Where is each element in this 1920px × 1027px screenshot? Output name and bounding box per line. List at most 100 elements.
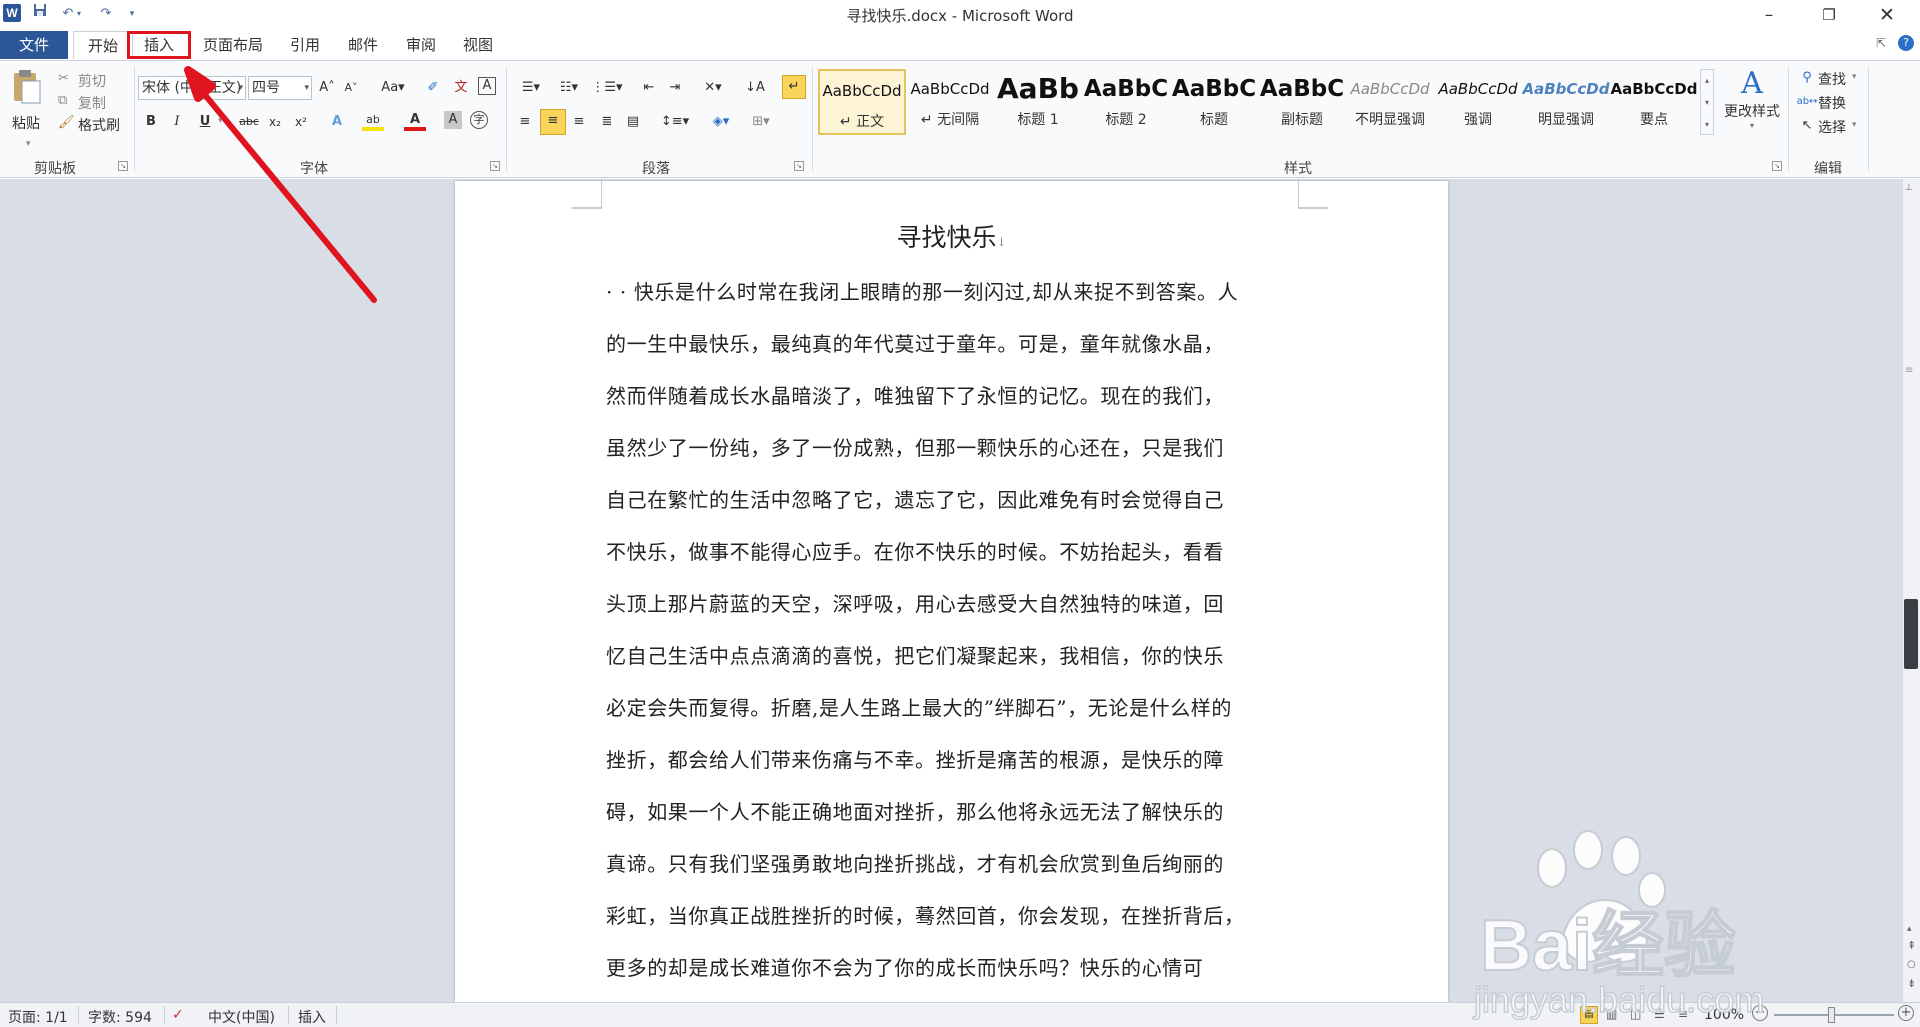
vertical-scrollbar[interactable]: ⊥ ≡ ▴ ⇞ ○ ⇟ bbox=[1902, 179, 1920, 1002]
minimize-icon[interactable]: – bbox=[1746, 0, 1792, 30]
font-launcher-icon[interactable]: ↘ bbox=[490, 161, 500, 171]
zoom-in-icon[interactable]: + bbox=[1898, 1005, 1914, 1021]
document-line[interactable]: 碍，如果一个人不能正确地面对挫折，那么他将永远无法了解快乐的 bbox=[606, 796, 1296, 825]
next-page-icon[interactable]: ⇟ bbox=[1907, 977, 1916, 990]
select-dropdown-icon[interactable]: ▾ bbox=[1852, 120, 1857, 130]
styles-launcher-icon[interactable]: ↘ bbox=[1772, 161, 1782, 171]
style-heading-2[interactable]: AaBbC 标题 2 bbox=[1082, 69, 1170, 135]
style-subtitle[interactable]: AaBbC 副标题 bbox=[1258, 69, 1346, 135]
full-screen-reading-icon[interactable]: ▥ bbox=[1606, 1007, 1617, 1021]
find-dropdown-icon[interactable]: ▾ bbox=[1852, 72, 1857, 82]
character-shading-icon[interactable]: A bbox=[444, 111, 462, 129]
multilevel-list-icon[interactable]: ⋮☰▾ bbox=[590, 77, 624, 99]
page-count[interactable]: 页面: 1/1 bbox=[8, 1007, 68, 1027]
select-button[interactable]: 选择 bbox=[1818, 117, 1846, 137]
language-indicator[interactable]: 中文(中国) bbox=[208, 1007, 275, 1027]
show-formatting-marks-icon[interactable]: ↵ bbox=[782, 75, 806, 99]
style-normal[interactable]: AaBbCcDd ↵ 正文 bbox=[818, 69, 906, 135]
replace-icon[interactable]: ab↔ bbox=[1796, 91, 1818, 113]
distribute-icon[interactable]: ▤ bbox=[622, 111, 644, 133]
tab-home[interactable]: 开始 bbox=[73, 31, 133, 59]
sort-icon[interactable]: ↓A bbox=[744, 77, 766, 99]
tab-mailings[interactable]: 邮件 bbox=[340, 31, 386, 59]
align-left-icon[interactable]: ≡ bbox=[514, 111, 536, 133]
copy-icon[interactable]: ⧉ bbox=[58, 93, 67, 108]
tab-file[interactable]: 文件 bbox=[0, 31, 68, 59]
document-line[interactable]: 头顶上那片蔚蓝的天空，深呼吸，用心去感受大自然独特的味道，回 bbox=[606, 588, 1296, 617]
enclose-characters-icon[interactable]: 字 bbox=[470, 111, 488, 129]
tab-page-layout[interactable]: 页面布局 bbox=[198, 31, 268, 59]
select-cursor-icon[interactable]: ↖ bbox=[1796, 115, 1818, 137]
clipboard-launcher-icon[interactable]: ↘ bbox=[118, 161, 128, 171]
style-strong[interactable]: AaBbCcDd 要点 bbox=[1610, 69, 1698, 135]
replace-button[interactable]: 替换 bbox=[1818, 93, 1846, 113]
character-border-icon[interactable]: A bbox=[478, 77, 496, 95]
style-title[interactable]: AaBbC 标题 bbox=[1170, 69, 1258, 135]
underline-dropdown-icon[interactable]: ▾ bbox=[218, 116, 223, 126]
change-styles-button[interactable]: A 更改样式 ▾ bbox=[1724, 67, 1780, 131]
document-line[interactable]: 必定会失而复得。折磨,是人生路上最大的”绊脚石”，无论是什么样的 bbox=[606, 692, 1296, 721]
tab-review[interactable]: 审阅 bbox=[398, 31, 444, 59]
find-button[interactable]: 查找 bbox=[1818, 69, 1846, 89]
zoom-out-icon[interactable]: − bbox=[1752, 1005, 1768, 1021]
format-painter-button[interactable]: 格式刷 bbox=[78, 115, 120, 135]
proofing-icon[interactable]: ✓ bbox=[172, 1007, 184, 1023]
justify-icon[interactable]: ≣ bbox=[596, 111, 618, 133]
grow-font-icon[interactable]: A˄ bbox=[316, 77, 338, 99]
style-heading-1[interactable]: AaBb 标题 1 bbox=[994, 69, 1082, 135]
web-layout-icon[interactable]: ◫ bbox=[1630, 1007, 1641, 1021]
line-spacing-icon[interactable]: ↕≡▾ bbox=[660, 111, 690, 133]
change-case-icon[interactable]: Aa▾ bbox=[378, 77, 408, 99]
document-line[interactable]: 彩虹，当你真正战胜挫折的时候，蓦然回首，你会发现，在挫折背后， bbox=[606, 900, 1296, 929]
help-icon[interactable]: ? bbox=[1898, 35, 1914, 51]
outline-view-icon[interactable]: ☰ bbox=[1654, 1007, 1665, 1021]
previous-page-icon[interactable]: ⇞ bbox=[1907, 939, 1916, 952]
document-line[interactable]: 自己在繁忙的生活中忽略了它，遗忘了它，因此难免有时会觉得自己 bbox=[606, 484, 1296, 513]
style-no-spacing[interactable]: AaBbCcDd ↵ 无间隔 bbox=[906, 69, 994, 135]
font-size-combo[interactable]: 四号 ▾ bbox=[248, 76, 312, 100]
font-color-icon[interactable]: A bbox=[404, 109, 426, 131]
shrink-font-icon[interactable]: A˅ bbox=[340, 77, 362, 99]
highlight-color-icon[interactable]: ab bbox=[362, 109, 384, 131]
insert-mode-indicator[interactable]: 插入 bbox=[298, 1007, 326, 1027]
browse-object-icon[interactable]: ○ bbox=[1907, 959, 1916, 970]
document-line[interactable]: 忆自己生活中点点滴滴的喜悦，把它们凝聚起来，我相信，你的快乐 bbox=[606, 640, 1296, 669]
text-effects-icon[interactable]: A bbox=[326, 111, 348, 133]
scroll-thumb[interactable] bbox=[1904, 599, 1918, 669]
document-line[interactable]: 虽然少了一份纯，多了一份成熟，但那一颗快乐的心还在，只是我们 bbox=[606, 432, 1296, 461]
binoculars-icon[interactable]: ⚲ bbox=[1796, 67, 1818, 89]
tab-references[interactable]: 引用 bbox=[282, 31, 328, 59]
subscript-icon[interactable]: x₂ bbox=[264, 111, 286, 133]
document-line[interactable]: 挫折，都会给人们带来伤痛与不幸。挫折是痛苦的根源，是快乐的障 bbox=[606, 744, 1296, 773]
borders-icon[interactable]: ⊞▾ bbox=[746, 111, 776, 133]
print-layout-icon[interactable]: ▤ bbox=[1580, 1006, 1598, 1024]
word-count[interactable]: 字数: 594 bbox=[88, 1007, 152, 1027]
bold-icon[interactable]: B bbox=[140, 111, 162, 133]
tab-insert[interactable]: 插入 bbox=[127, 31, 191, 59]
document-line[interactable]: 的一生中最快乐，最纯真的年代莫过于童年。可是，童年就像水晶， bbox=[606, 328, 1296, 357]
ruler-toggle-icon[interactable]: ⊥ bbox=[1905, 183, 1913, 193]
increase-indent-icon[interactable]: ⇥ bbox=[664, 77, 686, 99]
underline-icon[interactable]: U bbox=[194, 111, 216, 133]
strikethrough-icon[interactable]: abc bbox=[236, 111, 262, 133]
clear-format-icon[interactable]: ✐ bbox=[422, 77, 444, 99]
minimize-ribbon-icon[interactable]: ⇱ bbox=[1876, 36, 1886, 50]
cut-icon[interactable]: ✂ bbox=[58, 71, 69, 86]
numbering-icon[interactable]: ☷▾ bbox=[552, 77, 586, 99]
document-line[interactable]: 不快乐，做事不能得心应手。在你不快乐的时候。不妨抬起头，看看 bbox=[606, 536, 1296, 565]
chinese-layout-icon[interactable]: ✕▾ bbox=[698, 77, 728, 99]
document-line[interactable]: 更多的却是成长难道你不会为了你的成长而快乐吗？快乐的心情可 bbox=[606, 952, 1296, 981]
document-line[interactable]: · · 快乐是什么时常在我闭上眼睛的那一刻闪过,却从来捉不到答案。人 bbox=[606, 276, 1296, 305]
superscript-icon[interactable]: x² bbox=[290, 111, 312, 133]
draft-view-icon[interactable]: ≡ bbox=[1678, 1007, 1688, 1021]
phonetic-guide-icon[interactable]: 文 bbox=[450, 77, 472, 99]
close-icon[interactable]: ✕ bbox=[1864, 0, 1910, 30]
scroll-up-icon[interactable]: ▴ bbox=[1907, 924, 1912, 934]
tab-view[interactable]: 视图 bbox=[455, 31, 501, 59]
decrease-indent-icon[interactable]: ⇤ bbox=[638, 77, 660, 99]
styles-scroll-control[interactable]: ▴ ▾ ▾ bbox=[1700, 69, 1714, 135]
document-line[interactable]: 然而伴随着成长水晶暗淡了，唯独留下了永恒的记忆。现在的我们， bbox=[606, 380, 1296, 409]
bullets-icon[interactable]: ☰▾ bbox=[514, 77, 548, 99]
format-painter-icon[interactable]: 🖌 bbox=[58, 115, 75, 130]
document-title[interactable]: 寻找快乐↓ bbox=[455, 218, 1448, 254]
